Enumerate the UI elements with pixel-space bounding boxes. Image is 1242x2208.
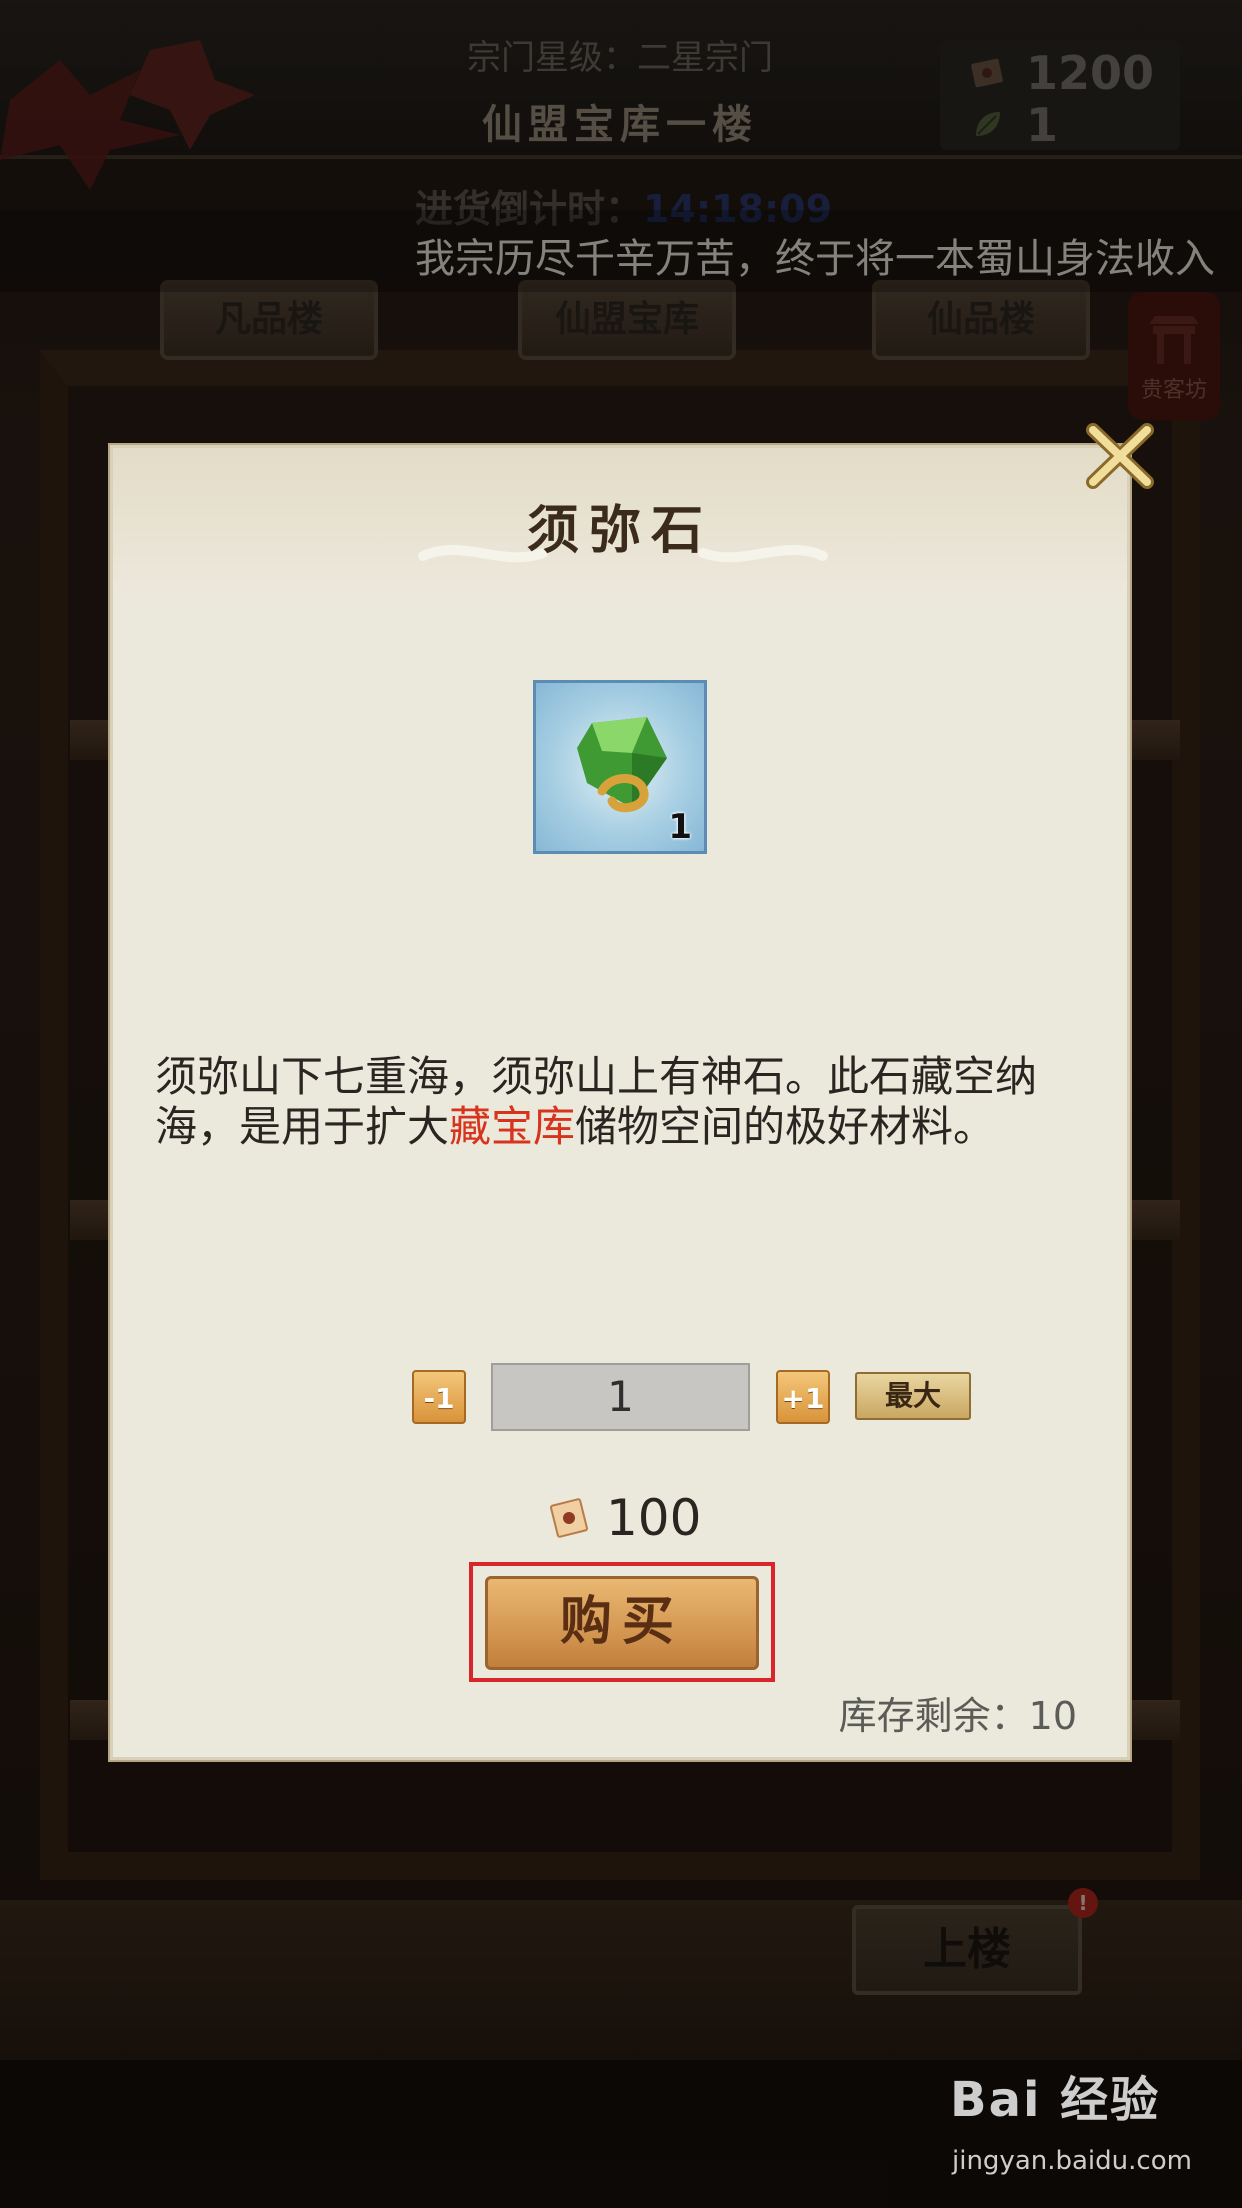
price-value: 100 (606, 1489, 702, 1547)
item-description: 须弥山下七重海，须弥山上有神石。此石藏空纳海，是用于扩大藏宝库储物空间的极好材料… (155, 1052, 1055, 1152)
buy-button[interactable]: 购买 (485, 1576, 759, 1670)
watermark-logo-text: Bai 经验 (950, 2072, 1161, 2128)
max-quantity-button[interactable]: 最大 (855, 1372, 971, 1420)
stock-remaining: 库存剩余：10 (838, 1694, 1077, 1738)
description-text: 储物空间的极好材料。 (575, 1102, 996, 1151)
close-icon[interactable] (1085, 420, 1155, 492)
quantity-input[interactable]: 1 (491, 1363, 750, 1431)
item-slot[interactable]: 1 (533, 680, 707, 854)
description-highlight: 藏宝库 (449, 1102, 576, 1151)
decrement-button[interactable]: -1 (412, 1370, 466, 1424)
baidu-watermark: Bai 经验 jingyan.baidu.com (950, 2060, 1230, 2190)
price-display: 100 (548, 1488, 701, 1548)
watermark-url: jingyan.baidu.com (952, 2146, 1192, 2176)
item-quantity-badge: 1 (668, 807, 692, 847)
increment-button[interactable]: +1 (776, 1370, 830, 1424)
jade-gem-icon (577, 717, 667, 813)
dialog-header: 须弥石 (113, 448, 1127, 598)
ticket-icon (549, 1498, 589, 1538)
dialog-title: 须弥石 (526, 500, 713, 561)
buy-button-highlight: 购买 (469, 1562, 775, 1682)
